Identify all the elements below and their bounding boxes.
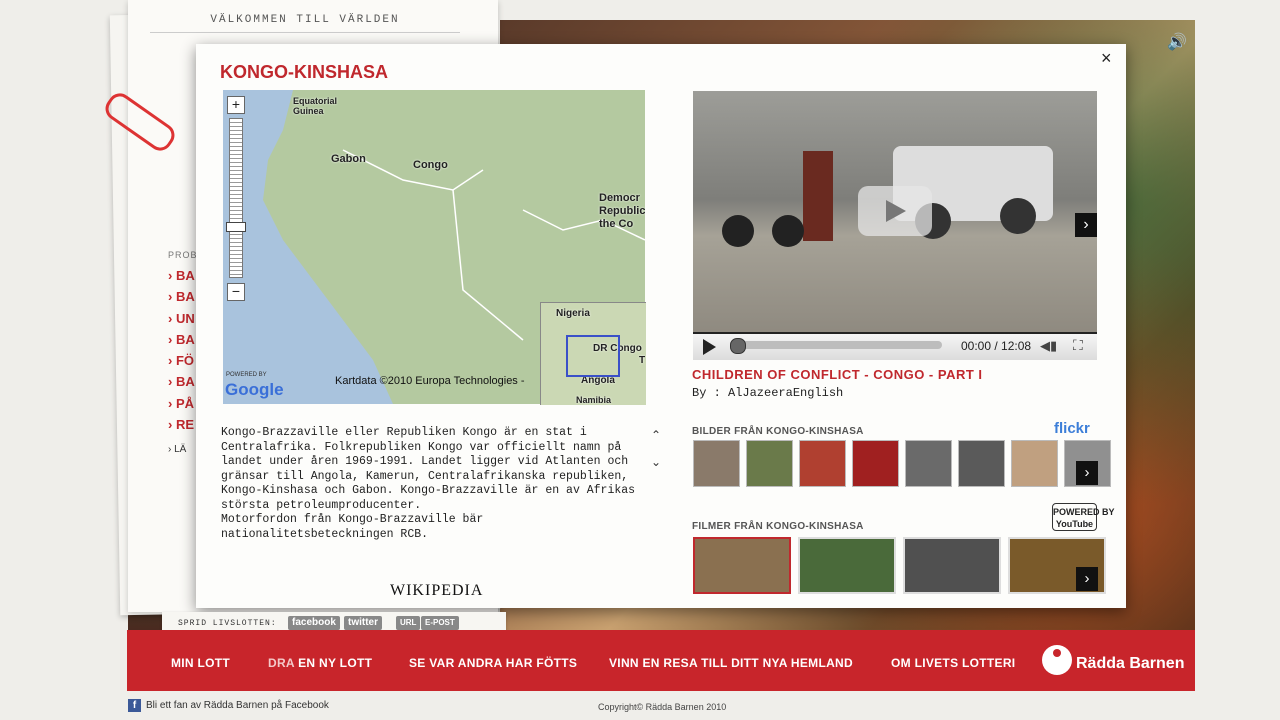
side-menu-head: PROB: [168, 250, 198, 260]
share-label: SPRID LIVSLOTTEN:: [178, 619, 277, 628]
welcome-header: VÄLKOMMEN TILL VÄRLDEN: [150, 14, 460, 33]
side-menu-item[interactable]: › RE: [168, 417, 198, 438]
zoom-in-button[interactable]: +: [227, 96, 245, 114]
youtube-logo: POWERED BY YouTube: [1052, 503, 1115, 531]
nav-min-lott[interactable]: MIN LOTT: [171, 656, 230, 670]
film-thumbnail[interactable]: [903, 537, 1001, 594]
photo-thumbnail[interactable]: [799, 440, 846, 487]
zoom-out-button[interactable]: −: [227, 283, 245, 301]
inset-viewport[interactable]: [566, 335, 620, 377]
map-label-eq-guinea: Equatorial Guinea: [293, 96, 338, 116]
play-icon[interactable]: [703, 339, 716, 355]
photos-label: BILDER FRÅN KONGO-KINSHASA: [692, 426, 864, 437]
share-facebook-button[interactable]: facebook: [288, 616, 340, 630]
video-time: 00:00 / 12:08: [961, 339, 1032, 353]
side-menu-item[interactable]: › UN: [168, 311, 198, 332]
photo-thumbnail[interactable]: [746, 440, 793, 487]
film-thumbnail[interactable]: [693, 537, 791, 594]
scroll-down-icon[interactable]: ⌄: [648, 455, 664, 471]
film-thumbnail[interactable]: [798, 537, 896, 594]
fullscreen-icon[interactable]: ⛶: [1073, 337, 1083, 354]
films-label: FILMER FRÅN KONGO-KINSHASA: [692, 521, 864, 532]
inset-label-nigeria: Nigeria: [556, 308, 590, 319]
inset-label-namibia: Namibia: [576, 395, 612, 405]
video-next-button[interactable]: ›: [1075, 213, 1097, 237]
radda-barnen-logo[interactable]: Rädda Barnen: [1076, 655, 1184, 673]
video-play-overlay[interactable]: [858, 186, 932, 236]
scroll-up-icon[interactable]: ⌃: [648, 428, 664, 444]
nav-dra-lott[interactable]: DRA EN NY LOTT: [268, 656, 372, 670]
film-thumbnails: [693, 537, 1106, 594]
map-label-drc: Democr Republic the Co: [599, 192, 645, 230]
google-powered-label: POWERED BY: [226, 372, 267, 378]
video-title[interactable]: CHILDREN OF CONFLICT - CONGO - PART I: [692, 367, 983, 382]
share-email-button[interactable]: E-POST: [421, 616, 459, 630]
facebook-fan-text: Bli ett fan av Rädda Barnen på Facebook: [146, 700, 329, 712]
dialog-title: KONGO-KINSHASA: [220, 62, 389, 82]
video-progress-handle[interactable]: [730, 338, 746, 354]
nav-se-var[interactable]: SE VAR ANDRA HAR FÖTTS: [409, 656, 577, 670]
zoom-slider[interactable]: [229, 118, 243, 278]
wiki-text: Kongo-Brazzaville eller Republiken Kongo…: [221, 426, 636, 541]
nav-dra-suffix: EN NY LOTT: [298, 656, 373, 670]
facebook-fan-link[interactable]: f Bli ett fan av Rädda Barnen på Facebook: [128, 699, 329, 712]
nav-vinn-resa[interactable]: VINN EN RESA TILL DITT NYA HEMLAND: [609, 656, 853, 670]
volume-icon[interactable]: ◀▮: [1040, 338, 1057, 354]
side-menu-more[interactable]: › LÄ: [168, 444, 198, 455]
nav-dra-prefix: DRA: [268, 656, 299, 670]
share-twitter-button[interactable]: twitter: [344, 616, 382, 630]
side-menu-item[interactable]: › BA: [168, 374, 198, 395]
side-menu-item[interactable]: › BA: [168, 289, 198, 310]
wikipedia-logo: WIKIPEDIA: [390, 582, 484, 599]
photo-thumbnail[interactable]: [693, 440, 740, 487]
map-credit: Kartdata ©2010 Europa Technologies -: [335, 375, 525, 387]
map-label-congo: Congo: [413, 159, 448, 171]
nav-om-lotteri[interactable]: OM LIVETS LOTTERI: [891, 656, 1015, 670]
films-next-button[interactable]: ›: [1076, 567, 1098, 591]
close-icon[interactable]: ×: [1101, 48, 1112, 69]
photo-thumbnail[interactable]: [905, 440, 952, 487]
map-label-gabon: Gabon: [331, 153, 366, 165]
photo-thumbnail[interactable]: [852, 440, 899, 487]
radda-barnen-icon[interactable]: [1042, 645, 1072, 675]
side-menu-item[interactable]: › BA: [168, 268, 198, 289]
video-author: By : AlJazeeraEnglish: [692, 386, 844, 400]
photo-thumbnail[interactable]: [958, 440, 1005, 487]
video-progress-bar[interactable]: [730, 341, 942, 349]
zoom-slider-handle[interactable]: [226, 222, 246, 232]
photo-thumbnail[interactable]: [1011, 440, 1058, 487]
photo-thumbnails: [693, 440, 1111, 487]
google-logo: Google: [225, 380, 284, 399]
sound-icon[interactable]: 🔊: [1167, 32, 1187, 52]
side-menu: PROB › BA › BA › UN › BA › FÖ › BA › PÅ …: [168, 250, 198, 455]
photos-next-button[interactable]: ›: [1076, 461, 1098, 485]
side-menu-item[interactable]: › BA: [168, 332, 198, 353]
side-menu-item[interactable]: › PÅ: [168, 396, 198, 417]
flickr-logo: flickr: [1054, 420, 1090, 437]
inset-label-t: T: [639, 355, 646, 366]
side-menu-item[interactable]: › FÖ: [168, 353, 198, 374]
share-url-button[interactable]: URL: [396, 616, 421, 630]
copyright: Copyright© Rädda Barnen 2010: [598, 702, 727, 712]
facebook-icon: f: [128, 699, 141, 712]
